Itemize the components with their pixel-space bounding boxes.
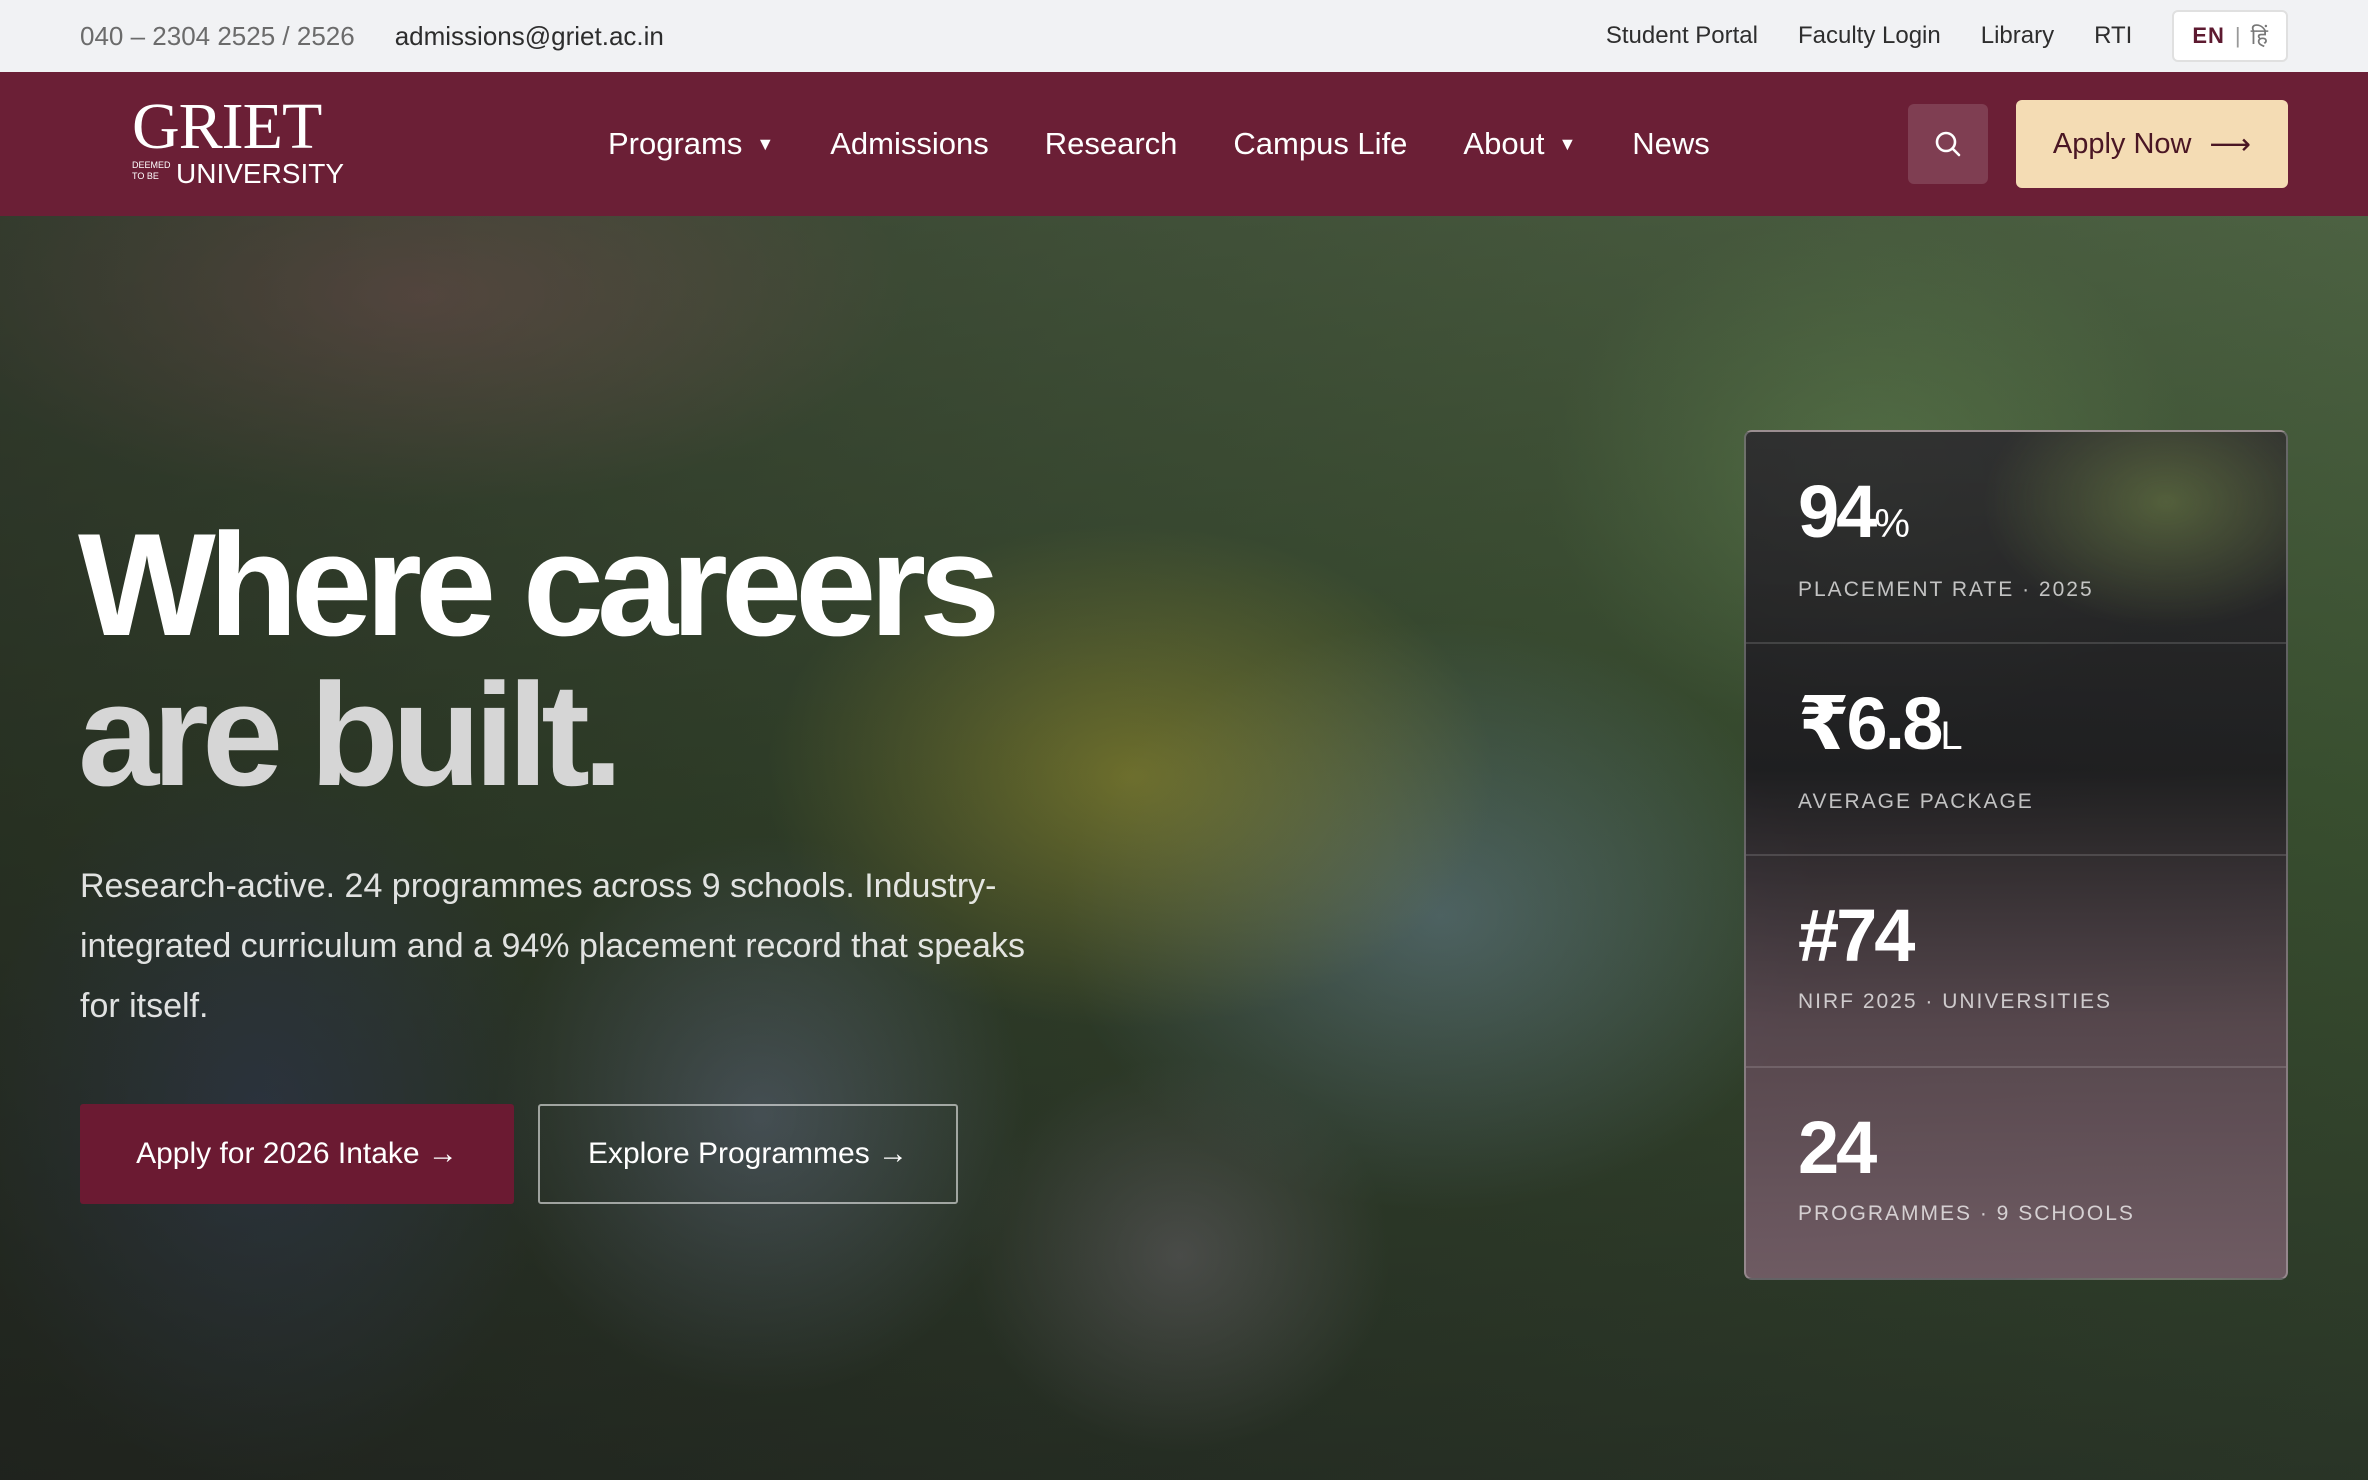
stats-card: 94% PLACEMENT RATE · 2025 ₹6.8L AVERAGE …: [1744, 430, 2288, 1280]
apply-intake-label: Apply for 2026 Intake →: [136, 1137, 458, 1170]
library-link[interactable]: Library: [1981, 22, 2054, 50]
stat-label: PROGRAMMES · 9 SCHOOLS: [1798, 1202, 2135, 1225]
nav-label: About: [1463, 126, 1545, 161]
utility-links: Student Portal Faculty Login Library RTI…: [1606, 10, 2288, 62]
lang-separator: |: [2234, 23, 2241, 48]
student-portal-link[interactable]: Student Portal: [1606, 22, 1758, 50]
nav-label: Programs: [608, 126, 743, 161]
stat-value: 94%: [1798, 472, 2286, 564]
lang-hindi[interactable]: हिं: [2251, 21, 2268, 51]
stat-number: 94: [1798, 470, 1877, 553]
logo-university-text: UNIVERSITY: [176, 158, 345, 189]
headline-line-2: are built.: [78, 653, 623, 816]
hero-subtext: Research-active. 24 programmes across 9 …: [80, 867, 1025, 1025]
hero-headline: Where careers are built.: [78, 510, 1078, 810]
lang-en[interactable]: EN: [2192, 23, 2225, 49]
utility-bar: 040 – 2304 2525 / 2526 admissions@griet.…: [0, 0, 2368, 72]
faculty-login-link[interactable]: Faculty Login: [1798, 22, 1941, 50]
nav-item-about[interactable]: About ▼: [1463, 126, 1576, 162]
arrow-right-icon: ⟶: [2209, 128, 2252, 161]
nav-label: Research: [1044, 126, 1178, 161]
griet-logo[interactable]: GRIET DEEMED TO BE UNIVERSITY: [132, 94, 345, 190]
stat-value: ₹6.8L: [1798, 684, 2286, 776]
stat-number: 24: [1798, 1106, 1877, 1189]
apply-now-label: Apply Now: [2052, 127, 2192, 160]
email-link[interactable]: admissions@griet.ac.in: [395, 21, 664, 52]
search-button[interactable]: [1908, 104, 1988, 184]
main-nav: GRIET DEEMED TO BE UNIVERSITY Programs ▼…: [0, 72, 2368, 216]
phone-link[interactable]: 040 – 2304 2525 / 2526: [80, 21, 355, 52]
apply-intake-button[interactable]: Apply for 2026 Intake →: [80, 1104, 514, 1204]
stat-label: PLACEMENT RATE · 2025: [1798, 578, 2094, 601]
apply-now-button[interactable]: Apply Now ⟶: [2016, 100, 2288, 188]
stat-number: ₹6.8: [1798, 682, 1943, 765]
rti-link[interactable]: RTI: [2094, 22, 2132, 50]
stat-label: NIRF 2025 · UNIVERSITIES: [1798, 990, 2113, 1013]
chevron-down-icon: ▼: [1558, 133, 1577, 154]
stat-suffix: L: [1940, 714, 1963, 758]
stat-suffix: %: [1874, 502, 1910, 546]
stat-value: #74: [1798, 896, 2286, 976]
nav-label: Admissions: [830, 126, 989, 161]
contact-info: 040 – 2304 2525 / 2526 admissions@griet.…: [80, 21, 664, 52]
language-toggle[interactable]: EN | हिं: [2172, 10, 2288, 62]
stat-value: 24: [1798, 1108, 2286, 1188]
headline-line-1: Where careers: [78, 503, 1000, 666]
nav-item-research[interactable]: Research: [1045, 126, 1178, 162]
stat-number: #74: [1798, 894, 1915, 977]
nav-label: Campus Life: [1233, 126, 1408, 161]
stat-label: AVERAGE PACKAGE: [1798, 790, 2034, 813]
nav-label: News: [1632, 126, 1710, 161]
explore-programmes-label: Explore Programmes →: [587, 1137, 909, 1170]
search-icon: [1935, 131, 1961, 157]
stat-programmes: 24 PROGRAMMES · 9 SCHOOLS: [1746, 1068, 2286, 1278]
logo-wordmark: GRIET: [132, 90, 322, 163]
explore-programmes-button[interactable]: Explore Programmes →: [538, 1104, 958, 1204]
nav-item-admissions[interactable]: Admissions: [830, 126, 989, 162]
nav-item-news[interactable]: News: [1632, 126, 1710, 162]
chevron-down-icon: ▼: [756, 133, 775, 154]
stat-nirf-rank: #74 NIRF 2025 · UNIVERSITIES: [1746, 856, 2286, 1068]
nav-links: Programs ▼ Admissions Research Campus Li…: [608, 126, 1710, 162]
stat-average-package: ₹6.8L AVERAGE PACKAGE: [1746, 644, 2286, 856]
nav-item-campus-life[interactable]: Campus Life: [1233, 126, 1407, 162]
stat-placement-rate: 94% PLACEMENT RATE · 2025: [1746, 432, 2286, 644]
logo-deemed-text: DEEMED TO BE: [132, 160, 171, 181]
hero-section: Where careers are built. Research-active…: [0, 216, 2368, 1480]
nav-item-programs[interactable]: Programs ▼: [608, 126, 774, 162]
